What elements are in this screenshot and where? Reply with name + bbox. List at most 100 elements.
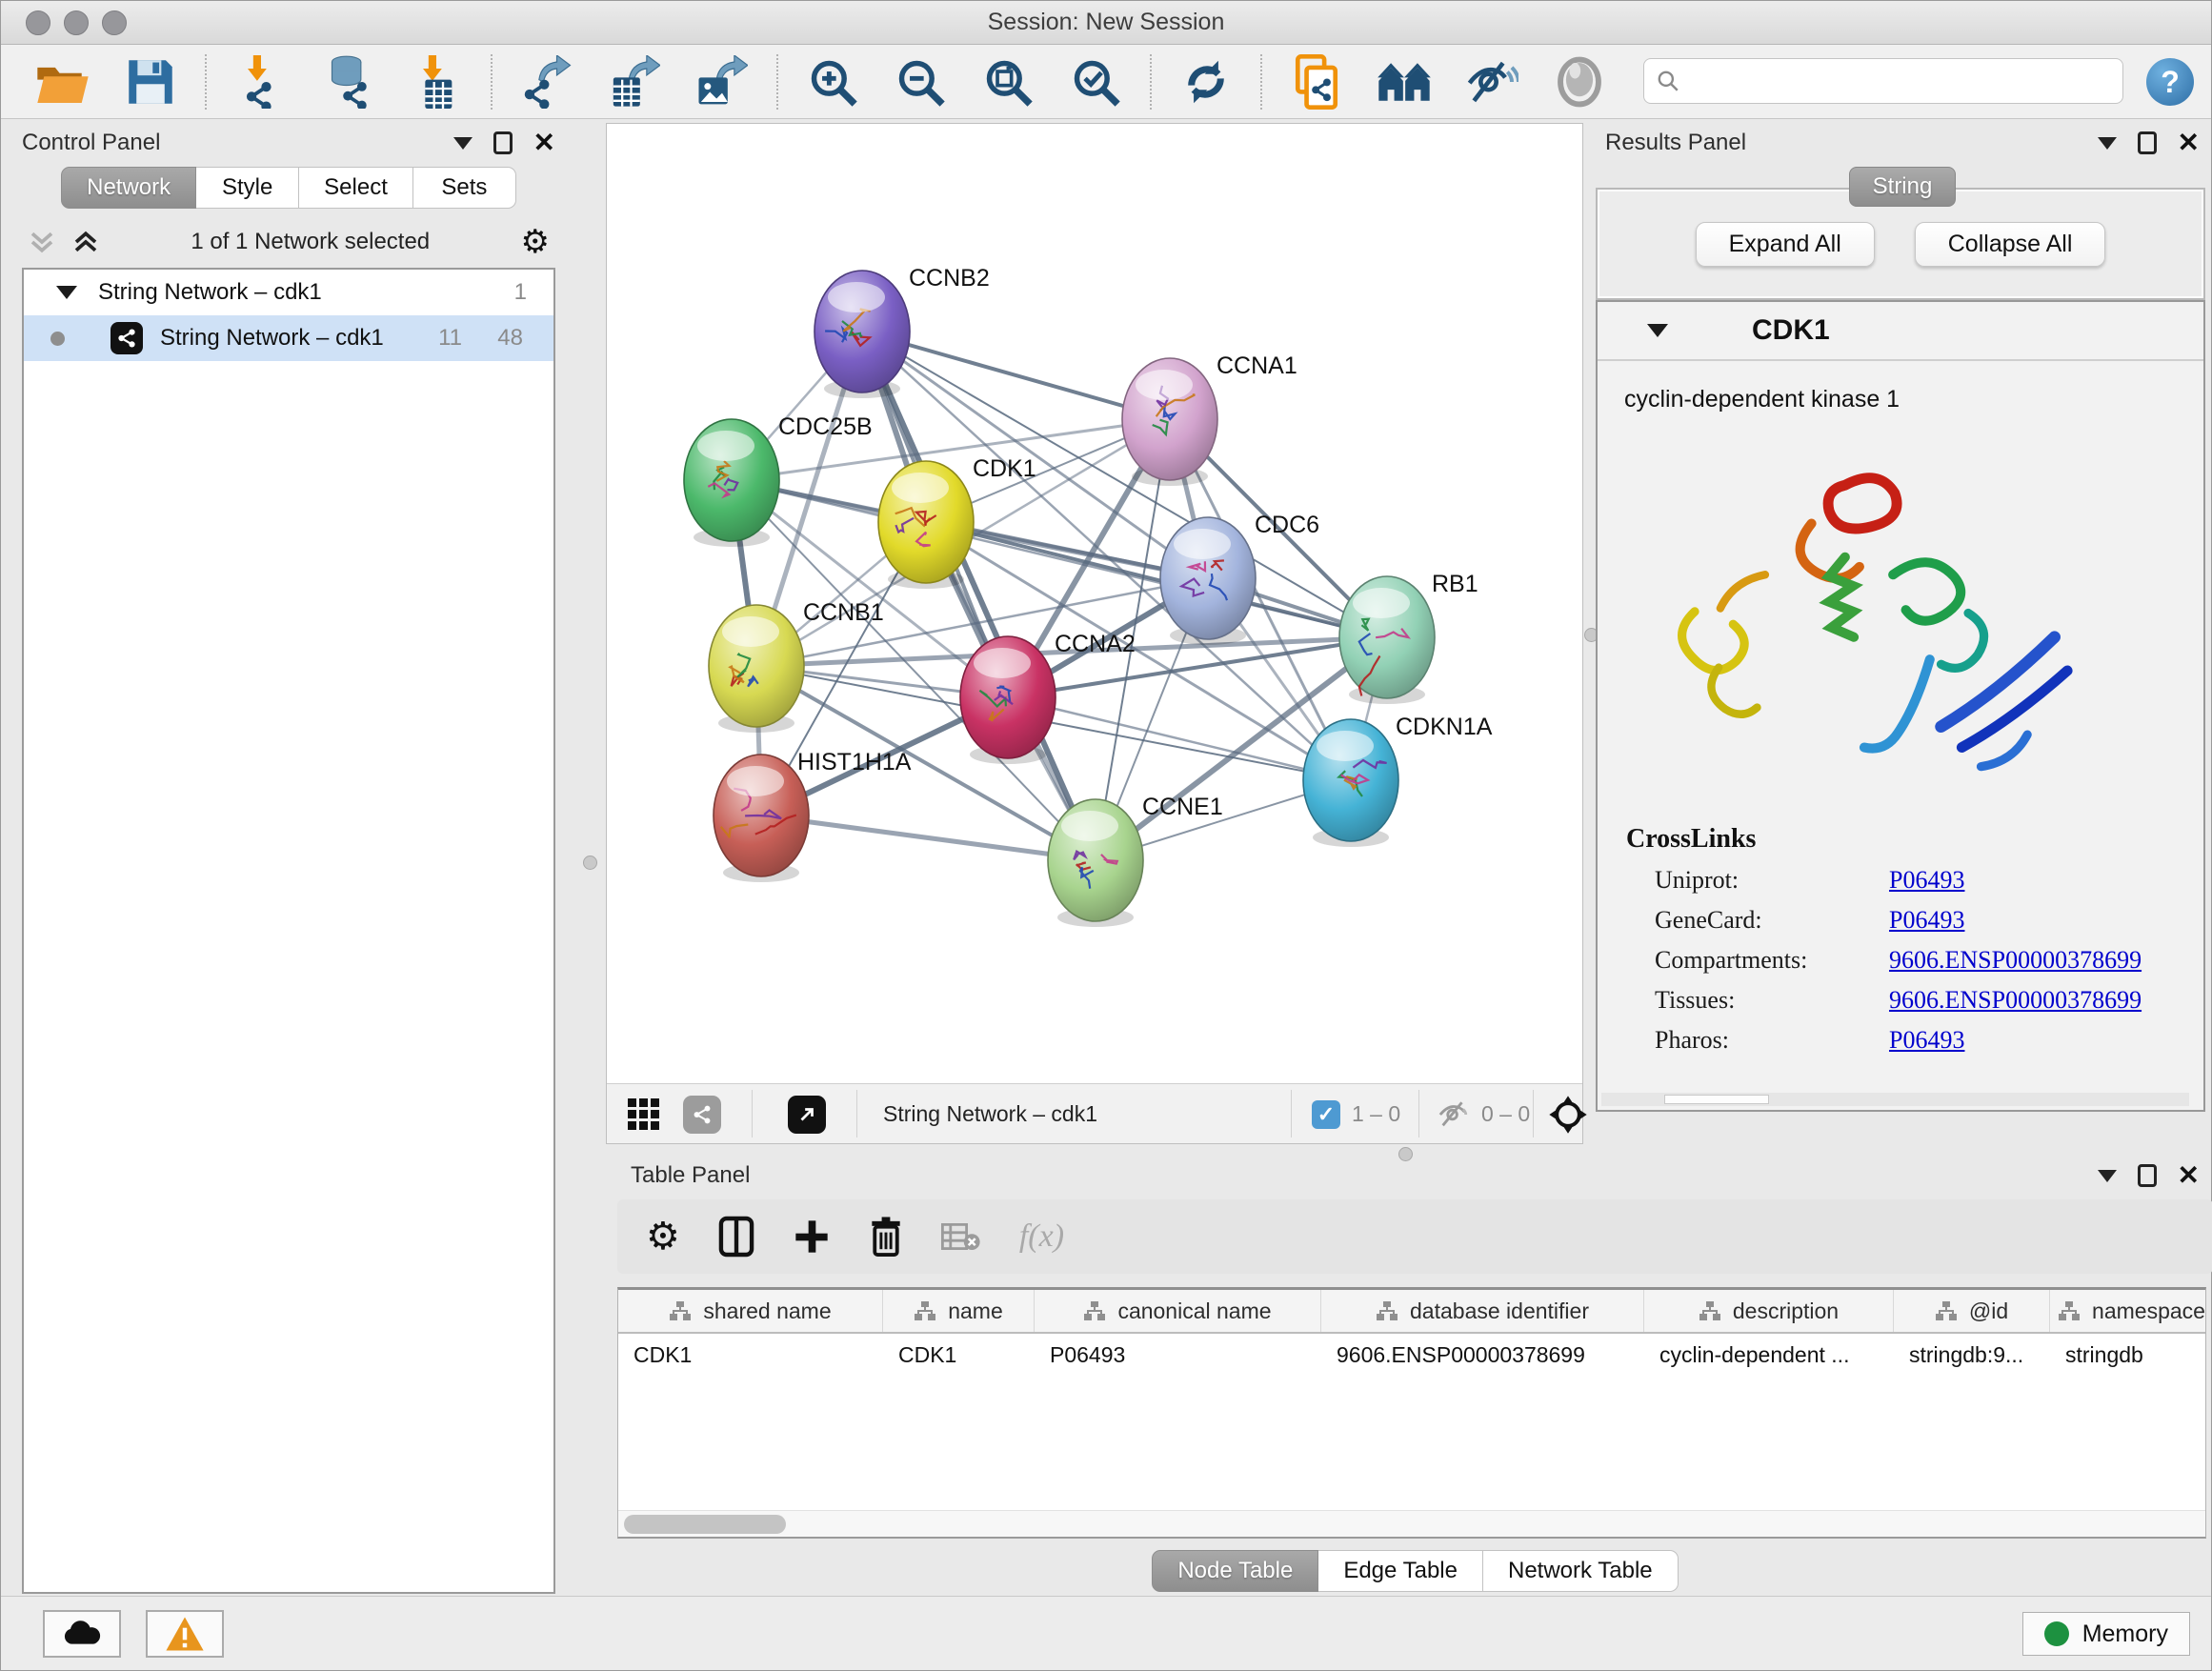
column-header-id[interactable]: @id — [1894, 1290, 2050, 1332]
delete-column-icon[interactable] — [869, 1216, 903, 1258]
column-header-sharedname[interactable]: shared name — [618, 1290, 883, 1332]
tab-style[interactable]: Style — [196, 167, 299, 209]
export-table-icon[interactable] — [605, 52, 664, 111]
network-row[interactable]: String Network – cdk1 11 48 — [24, 315, 553, 361]
node-CDK1[interactable]: CDK1 — [878, 455, 1036, 589]
collection-expander-icon[interactable] — [56, 286, 77, 299]
clipboard-network-icon[interactable] — [1287, 52, 1346, 111]
edge-HIST1H1A-CCNE1[interactable] — [761, 815, 1096, 860]
node-CCNE1[interactable]: CCNE1 — [1048, 794, 1223, 927]
table-hscrollbar[interactable] — [618, 1510, 2205, 1537]
node-CCNA1[interactable]: CCNA1 — [1122, 352, 1297, 486]
control-panel-tabs: NetworkStyleSelectSets — [9, 167, 569, 209]
import-network-database-icon[interactable] — [319, 52, 378, 111]
node-CDC25B[interactable]: CDC25B — [684, 413, 873, 547]
crosslink-value-link[interactable]: 9606.ENSP00000378699 — [1889, 946, 2142, 975]
function-builder-icon[interactable]: f(x) — [1019, 1218, 1064, 1255]
tab-select[interactable]: Select — [299, 167, 413, 209]
float-panel-icon[interactable] — [2098, 137, 2117, 150]
node-label-CDK1: CDK1 — [973, 455, 1036, 482]
node-RB1[interactable]: RB1 — [1339, 571, 1478, 704]
add-column-icon[interactable] — [793, 1218, 831, 1256]
node-CCNB1[interactable]: CCNB1 — [709, 599, 884, 733]
expand-all-networks-icon[interactable] — [71, 228, 100, 256]
table-hscrollbar-thumb[interactable] — [624, 1515, 786, 1534]
tab-node-table[interactable]: Node Table — [1152, 1550, 1318, 1592]
tab-edge-table[interactable]: Edge Table — [1318, 1550, 1483, 1592]
selected-check-icon[interactable]: ✓ — [1312, 1100, 1340, 1129]
close-panel-icon[interactable]: ✕ — [2178, 131, 2200, 154]
warnings-button[interactable] — [146, 1610, 224, 1658]
table-row[interactable]: CDK1CDK1P064939606.ENSP00000378699cyclin… — [618, 1334, 2205, 1376]
search-input[interactable] — [1680, 68, 2090, 94]
edge-CCNB2-CCNE1[interactable] — [862, 332, 1096, 860]
close-panel-icon[interactable]: ✕ — [533, 131, 555, 154]
column-header-databaseidentifier[interactable]: database identifier — [1321, 1290, 1644, 1332]
table-cell[interactable]: CDK1 — [883, 1334, 1035, 1376]
refresh-icon[interactable] — [1176, 52, 1236, 111]
tab-string[interactable]: String — [1849, 167, 1956, 207]
grid-view-icon[interactable] — [628, 1084, 659, 1144]
show-panels-icon[interactable] — [1375, 52, 1434, 111]
network-options-gear-icon[interactable]: ⚙ — [521, 223, 550, 261]
table-options-gear-icon[interactable]: ⚙ — [646, 1215, 680, 1258]
float-panel-icon[interactable] — [453, 137, 473, 150]
table-cell[interactable]: stringdb:9... — [1894, 1334, 2050, 1376]
node-CCNB2[interactable]: CCNB2 — [814, 265, 990, 398]
delete-table-icon[interactable] — [941, 1220, 981, 1253]
network-canvas[interactable]: CCNB2 CCNA1 CDC25B CDK1 CDC6 RB1 CCNB1 — [607, 124, 1582, 1083]
float-panel-icon[interactable] — [2098, 1170, 2117, 1182]
open-session-icon[interactable] — [33, 52, 92, 111]
table-cell[interactable]: cyclin-dependent ... — [1644, 1334, 1894, 1376]
expand-all-button[interactable]: Expand All — [1696, 222, 1875, 267]
gene-card-header[interactable]: CDK1 — [1598, 302, 2203, 361]
search-box[interactable] — [1643, 58, 2123, 104]
crosslink-value-link[interactable]: P06493 — [1889, 1026, 1964, 1055]
show-graphics-details-icon[interactable] — [1550, 52, 1609, 111]
column-header-description[interactable]: description — [1644, 1290, 1894, 1332]
maximize-panel-icon[interactable] — [493, 131, 513, 154]
cloud-button[interactable] — [43, 1610, 121, 1658]
node-HIST1H1A[interactable]: HIST1H1A — [714, 749, 912, 882]
tab-network[interactable]: Network — [61, 167, 196, 209]
show-columns-icon[interactable] — [718, 1216, 754, 1258]
save-session-icon[interactable] — [121, 52, 180, 111]
zoom-fit-icon[interactable] — [978, 52, 1037, 111]
hide-graphics-details-icon[interactable] — [1462, 52, 1521, 111]
table-cell[interactable]: CDK1 — [618, 1334, 883, 1376]
node-CDKN1A[interactable]: CDKN1A — [1303, 714, 1493, 847]
column-header-namespace[interactable]: namespace — [2050, 1290, 2206, 1332]
column-header-name[interactable]: name — [883, 1290, 1035, 1332]
tab-sets[interactable]: Sets — [413, 167, 516, 209]
gene-card-hscrollbar[interactable] — [1601, 1093, 2189, 1106]
export-network-icon[interactable] — [517, 52, 576, 111]
tab-network-table[interactable]: Network Table — [1483, 1550, 1679, 1592]
maximize-panel-icon[interactable] — [2138, 1164, 2157, 1187]
import-network-file-icon[interactable] — [231, 52, 291, 111]
network-badge-icon[interactable] — [683, 1084, 721, 1144]
collapse-all-button[interactable]: Collapse All — [1915, 222, 2106, 267]
close-panel-icon[interactable]: ✕ — [2178, 1164, 2200, 1187]
help-button[interactable]: ? — [2146, 58, 2194, 106]
zoom-in-icon[interactable] — [803, 52, 862, 111]
network-collection-row[interactable]: String Network – cdk1 1 — [24, 270, 553, 315]
import-table-icon[interactable] — [407, 52, 466, 111]
status-bar: Memory — [1, 1596, 2211, 1670]
zoom-selected-icon[interactable] — [1066, 52, 1125, 111]
column-header-canonicalname[interactable]: canonical name — [1035, 1290, 1321, 1332]
left-splitter-grip[interactable] — [583, 856, 597, 870]
birds-eye-view-icon[interactable] — [1548, 1084, 1588, 1144]
table-cell[interactable]: P06493 — [1035, 1334, 1321, 1376]
maximize-panel-icon[interactable] — [2138, 131, 2157, 154]
memory-button[interactable]: Memory — [2022, 1612, 2190, 1656]
crosslink-value-link[interactable]: 9606.ENSP00000378699 — [1889, 986, 2142, 1015]
detach-view-icon[interactable] — [788, 1084, 826, 1144]
export-image-icon[interactable] — [693, 52, 752, 111]
table-cell[interactable]: stringdb — [2050, 1334, 2206, 1376]
gene-collapse-icon[interactable] — [1647, 324, 1668, 337]
crosslink-value-link[interactable]: P06493 — [1889, 906, 1964, 935]
table-cell[interactable]: 9606.ENSP00000378699 — [1321, 1334, 1644, 1376]
zoom-out-icon[interactable] — [891, 52, 950, 111]
collapse-all-networks-icon[interactable] — [28, 228, 56, 256]
crosslink-value-link[interactable]: P06493 — [1889, 866, 1964, 895]
